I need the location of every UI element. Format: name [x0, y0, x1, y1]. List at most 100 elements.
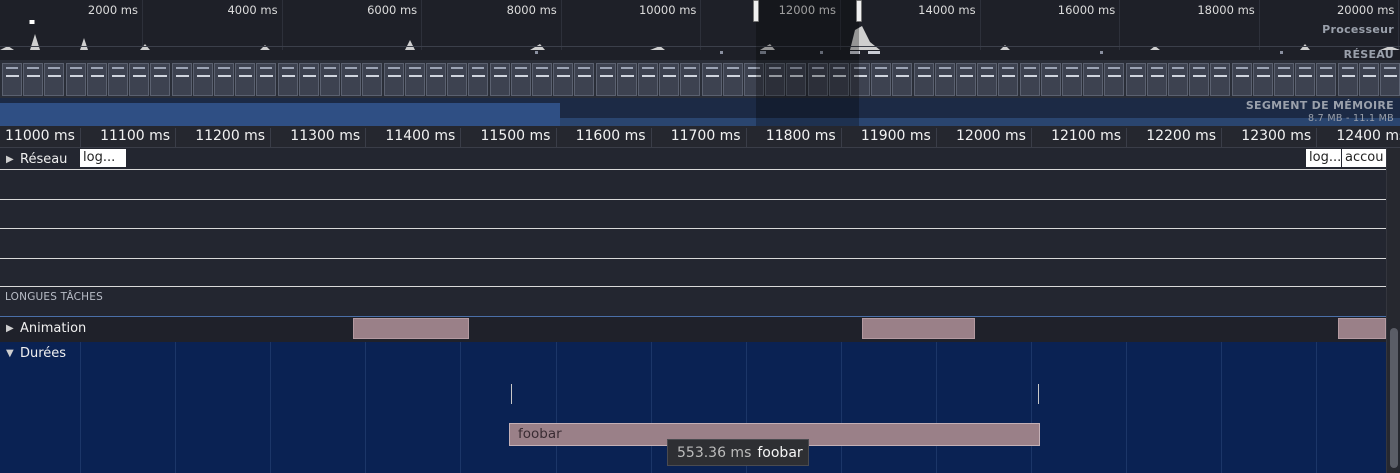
- screenshot-thumbnail: [1083, 63, 1104, 96]
- overview-tick-label: 20000 ms: [1336, 3, 1395, 17]
- screenshot-thumbnail: [426, 63, 446, 96]
- screenshot-thumbnail: [1146, 63, 1167, 96]
- start-marker: [511, 384, 512, 404]
- timeline-overview[interactable]: 2000 ms 4000 ms 6000 ms 8000 ms 10000 ms 1200…: [0, 0, 1400, 126]
- overview-tick-label: 8000 ms: [506, 3, 557, 17]
- ruler-tick-label: 11200 ms: [195, 128, 266, 144]
- screenshot-thumbnail: [65, 63, 86, 96]
- screenshot-thumbnail: [44, 63, 65, 96]
- tooltip-duration: 553.36 ms: [677, 444, 752, 461]
- network-request[interactable]: log...: [80, 149, 126, 167]
- ruler-tick-label: 12300 ms: [1241, 128, 1312, 144]
- network-track-label: Réseau: [20, 151, 68, 167]
- screenshot-thumbnail: [1125, 63, 1146, 96]
- screenshot-thumbnail: [1358, 63, 1379, 96]
- screenshot-thumbnail: [447, 63, 468, 96]
- animation-event[interactable]: [1338, 318, 1386, 339]
- screenshot-thumbnail: [235, 63, 256, 96]
- screenshot-thumbnail: [129, 63, 150, 96]
- screenshot-thumbnail: [510, 63, 531, 96]
- screenshot-thumbnail: [574, 63, 595, 96]
- screenshot-thumbnail: [680, 63, 701, 96]
- scrollbar-thumb[interactable]: [1390, 328, 1398, 468]
- screenshot-thumbnail: [341, 63, 362, 96]
- vertical-scrollbar[interactable]: [1386, 148, 1400, 473]
- animation-event[interactable]: [353, 318, 469, 339]
- network-request[interactable]: log...: [1306, 149, 1341, 167]
- screenshot-thumbnail: [722, 63, 743, 96]
- screenshot-thumbnail: [701, 63, 722, 96]
- expand-triangle-icon[interactable]: ▶: [6, 154, 14, 165]
- overview-tick-label: 16000 ms: [1057, 3, 1116, 17]
- screenshot-thumbnail: [277, 63, 298, 96]
- animation-track-header[interactable]: ▶ Animation: [0, 317, 86, 339]
- ruler-tick-label: 11700 ms: [670, 128, 741, 144]
- heap-usage-fill: [0, 103, 560, 126]
- durations-gridline: [270, 342, 272, 473]
- durations-gridline: [175, 342, 177, 473]
- screenshot-thumbnail: [362, 63, 383, 96]
- overview-tick-label: 18000 ms: [1197, 3, 1255, 17]
- screenshot-thumbnail: [171, 63, 192, 96]
- durations-gridline: [840, 342, 842, 473]
- screenshot-thumbnail: [1337, 63, 1358, 96]
- screenshot-thumbnail: [553, 63, 574, 96]
- durations-gridline: [935, 342, 937, 473]
- ruler-tick-label: 11800 ms: [765, 128, 836, 144]
- screenshot-thumbnail: [595, 63, 616, 96]
- durations-gridline: [365, 342, 367, 473]
- collapse-triangle-icon[interactable]: ▼: [6, 348, 14, 359]
- ruler-gridline: [460, 128, 462, 148]
- overview-tick-label: 14000 ms: [918, 3, 976, 17]
- durations-gridline: [1126, 342, 1128, 473]
- left-resize-handle[interactable]: [753, 0, 759, 22]
- animation-event[interactable]: [862, 318, 975, 339]
- ruler-tick-label: 11500 ms: [480, 128, 551, 144]
- track-divider: [0, 258, 1386, 259]
- screenshot-thumbnail: [998, 63, 1019, 96]
- screenshot-thumbnail: [489, 63, 510, 96]
- screenshot-thumbnail: [468, 63, 489, 96]
- durations-gridline: [555, 342, 557, 473]
- track-divider: [0, 286, 1386, 287]
- ruler-gridline: [80, 128, 81, 148]
- animation-track: [0, 316, 1386, 342]
- screenshot-thumbnail: [1380, 63, 1400, 96]
- screenshot-thumbnail: [913, 63, 934, 96]
- overview-tick-label: 10000 ms: [638, 3, 697, 17]
- tooltip-name: foobar: [757, 444, 803, 461]
- heap-label: SEGMENT DE MÉMOIRE: [1245, 99, 1394, 112]
- screenshot-thumbnail: [1210, 63, 1231, 96]
- durations-track-header[interactable]: ▼ Durées: [0, 342, 66, 364]
- ruler-gridline: [1031, 128, 1032, 148]
- screenshot-thumbnail: [871, 63, 892, 96]
- network-request[interactable]: accou: [1342, 149, 1386, 167]
- end-marker: [1038, 384, 1039, 404]
- overview-tick-label: 4000 ms: [227, 3, 278, 17]
- ruler-tick-label: 11100 ms: [100, 128, 171, 144]
- ruler-tick-label: 11000 ms: [5, 128, 75, 144]
- screenshot-thumbnail: [2, 63, 22, 96]
- screenshot-thumbnail: [1168, 63, 1188, 96]
- screenshot-thumbnail: [1062, 63, 1082, 96]
- ruler-gridline: [365, 128, 367, 148]
- ruler-gridline: [1316, 128, 1318, 148]
- overview-selection-window[interactable]: [753, 0, 862, 126]
- right-resize-handle[interactable]: [856, 0, 862, 22]
- network-overview: [0, 46, 1400, 60]
- screenshot-thumbnail: [659, 63, 680, 96]
- ruler-gridline: [745, 128, 747, 148]
- ruler-gridline: [935, 128, 937, 148]
- event-tooltip: 553.36 ms foobar: [667, 439, 809, 466]
- screenshot-thumbnail: [1019, 63, 1040, 96]
- overview-tick-label: 6000 ms: [367, 3, 418, 17]
- screenshot-thumbnail: [404, 63, 425, 96]
- network-track-header[interactable]: ▶ Réseau: [0, 148, 67, 170]
- screenshot-thumbnail: [214, 63, 234, 96]
- screenshot-thumbnail: [1231, 63, 1252, 96]
- screenshot-thumbnail: [1252, 63, 1273, 96]
- screenshot-thumbnail: [23, 63, 44, 96]
- screenshot-thumbnail: [256, 63, 277, 96]
- screenshot-thumbnail: [1104, 63, 1125, 96]
- expand-triangle-icon[interactable]: ▶: [6, 323, 14, 334]
